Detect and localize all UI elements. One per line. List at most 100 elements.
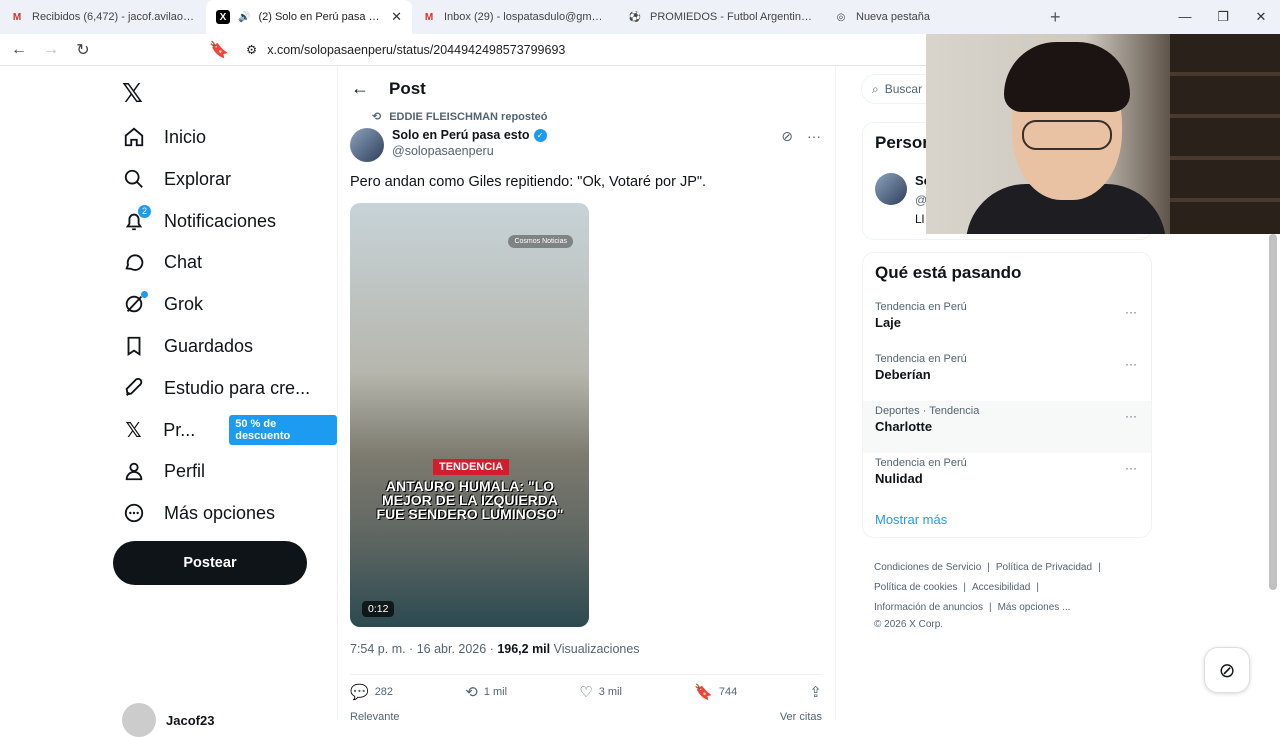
grok-icon[interactable]: ⊘ <box>781 128 793 145</box>
author-name[interactable]: Solo en Perú pasa esto <box>392 128 530 142</box>
more-circle-icon <box>122 501 146 525</box>
show-more-link[interactable]: Mostrar más <box>875 512 947 527</box>
grok-dot <box>141 291 148 298</box>
nav-label: Guardados <box>164 335 254 356</box>
more-dots-icon[interactable]: ··· <box>807 128 821 145</box>
close-window-icon[interactable]: ✕ <box>1242 0 1280 34</box>
avatar[interactable] <box>350 128 384 162</box>
nav-chat[interactable]: Chat <box>122 244 202 280</box>
bookmark-icon: 🔖 <box>694 683 713 701</box>
like-button[interactable]: ♡ 3 mil <box>579 683 622 701</box>
nav-explore[interactable]: Explorar <box>122 161 231 197</box>
nav-label: Pr... <box>163 419 196 440</box>
back-arrow-icon[interactable]: ← <box>351 78 369 99</box>
trend-context: Deportes · Tendencia <box>875 405 980 417</box>
rocket-icon <box>122 376 146 400</box>
footer-link[interactable]: Accesibilidad <box>972 582 1030 593</box>
site-info-icon[interactable]: ⚙ <box>246 42 257 57</box>
audio-icon[interactable]: 🔊 <box>238 12 250 23</box>
repost-icon: ⟲ <box>372 111 382 123</box>
grok-floating-button[interactable]: ⊘ <box>1204 647 1250 693</box>
repost-count: 1 mil <box>483 685 508 698</box>
repost-button[interactable]: ⟲ 1 mil <box>465 683 507 701</box>
browser-tab[interactable]: ⚽ PROMIEDOS - Futbol Argentino - Fi <box>618 0 824 34</box>
trend-item[interactable]: Tendencia en Perú Laje ··· <box>863 297 1151 349</box>
restore-icon[interactable]: ❐ <box>1204 0 1242 34</box>
video-watermark-logo: Cosmos Noticias <box>508 235 573 248</box>
nav-more-options[interactable]: Más opciones <box>122 495 275 531</box>
more-dots-icon[interactable]: ··· <box>1125 461 1137 475</box>
browser-tab-active[interactable]: X 🔊 (2) Solo en Perú pasa esto en ✕ <box>206 0 412 34</box>
minimize-icon[interactable]: — <box>1166 0 1204 34</box>
tab-title: (2) Solo en Perú pasa esto en <box>258 11 384 23</box>
more-dots-icon[interactable]: ··· <box>1125 305 1137 319</box>
reply-button[interactable]: 💬 282 <box>350 683 393 701</box>
nav-premium[interactable]: 𝕏 Pr... 50 % de descuento <box>122 412 337 448</box>
avatar[interactable] <box>875 173 907 205</box>
reload-icon[interactable]: ↻ <box>70 40 96 60</box>
reply-icon: 💬 <box>350 683 369 701</box>
home-icon <box>122 125 146 149</box>
footer-link[interactable]: Política de cookies <box>874 582 957 593</box>
browser-tab[interactable]: M Recibidos (6,472) - jacof.avilaostos23 <box>0 0 206 34</box>
footer-link[interactable]: Política de Privacidad <box>996 562 1092 573</box>
share-button[interactable]: ⇪ <box>809 683 822 701</box>
person-glasses <box>1022 120 1112 150</box>
account-switcher[interactable]: Jacof23 <box>122 703 214 737</box>
nav-home[interactable]: Inicio <box>122 119 206 155</box>
new-tab-plus-icon[interactable]: + <box>1050 7 1061 28</box>
post-time[interactable]: 7:54 p. m. · 16 abr. 2026 · <box>350 642 497 656</box>
nav-profile[interactable]: Perfil <box>122 453 205 489</box>
post-author[interactable]: Solo en Perú pasa esto ✓ @solopasaenperu <box>350 128 547 162</box>
gmail-favicon-icon: M <box>12 11 22 23</box>
video-player[interactable]: Cosmos Noticias TENDENCIA ANTAURO HUMALA… <box>350 203 589 627</box>
chat-bubble-icon <box>122 250 146 274</box>
trend-name: Nulidad <box>875 471 923 486</box>
shield-favicon-icon: ◎ <box>836 11 846 23</box>
nav-notifications[interactable]: 2 Notificaciones <box>122 203 276 239</box>
bookmark-button[interactable]: 🔖 744 <box>694 683 737 701</box>
post-action-bar: 💬 282 ⟲ 1 mil ♡ 3 mil 🔖 744 ⇪ <box>350 674 822 708</box>
nav-creator-studio[interactable]: Estudio para cre... <box>122 370 310 406</box>
post-detail-column: ← Post ⟲ EDDIE FLEISCHMAN reposteó Solo … <box>337 66 836 723</box>
trends-card: Qué está pasando Tendencia en Perú Laje … <box>862 252 1152 538</box>
post-timestamp: 7:54 p. m. · 16 abr. 2026 · 196,2 mil Vi… <box>350 642 640 656</box>
back-icon[interactable]: ← <box>6 41 32 59</box>
forward-icon[interactable]: → <box>38 41 64 59</box>
url-field[interactable]: ⚙ x.com/solopasaenperu/status/2044942498… <box>246 42 565 58</box>
footer-link[interactable]: Más opciones ... <box>998 602 1071 613</box>
repost-indicator[interactable]: ⟲ EDDIE FLEISCHMAN reposteó <box>372 110 548 124</box>
footer-link[interactable]: Información de anuncios <box>874 602 983 613</box>
nav-bookmarks[interactable]: Guardados <box>122 328 253 364</box>
author-handle[interactable]: @solopasaenperu <box>392 144 547 158</box>
x-logo-icon[interactable]: 𝕏 <box>122 78 143 109</box>
browser-tab[interactable]: M Inbox (29) - lospatasdulo@gmail.com <box>412 0 618 34</box>
grok-icon: ⊘ <box>1218 659 1236 682</box>
trend-item[interactable]: Tendencia en Perú Deberían ··· <box>863 349 1151 401</box>
trend-item[interactable]: Tendencia en Perú Nulidad ··· <box>863 453 1151 505</box>
person-icon <box>122 459 146 483</box>
bookshelf <box>1170 34 1280 234</box>
url-text[interactable]: x.com/solopasaenperu/status/204494249857… <box>267 43 565 57</box>
view-quotes-link[interactable]: Ver citas <box>780 711 822 723</box>
video-tag: TENDENCIA <box>433 459 510 475</box>
left-navigation: 𝕏 Inicio Explorar 2 Notificaciones Chat … <box>112 68 337 737</box>
grok-icon <box>122 291 148 316</box>
trend-item[interactable]: Deportes · Tendencia Charlotte ··· <box>863 401 1151 453</box>
tab-title: Nueva pestaña <box>856 11 930 23</box>
relevance-dropdown[interactable]: Relevante <box>350 711 400 723</box>
tab-close-icon[interactable]: ✕ <box>391 9 402 25</box>
post-header: ← Post <box>351 78 426 99</box>
browser-tab[interactable]: ◎ Nueva pestaña <box>824 0 1030 34</box>
footer-link[interactable]: Condiciones de Servicio <box>874 562 981 573</box>
nav-grok[interactable]: Grok <box>122 286 203 322</box>
more-dots-icon[interactable]: ··· <box>1125 357 1137 371</box>
post-button[interactable]: Postear <box>113 541 307 585</box>
repost-text: EDDIE FLEISCHMAN reposteó <box>389 110 548 123</box>
card-title: Qué está pasando <box>875 263 1022 282</box>
bookmark-icon[interactable]: 🔖 <box>206 40 232 60</box>
scrollbar[interactable] <box>1269 234 1277 590</box>
separator: | <box>987 562 990 573</box>
more-dots-icon[interactable]: ··· <box>1125 409 1137 423</box>
separator: | <box>963 582 966 593</box>
